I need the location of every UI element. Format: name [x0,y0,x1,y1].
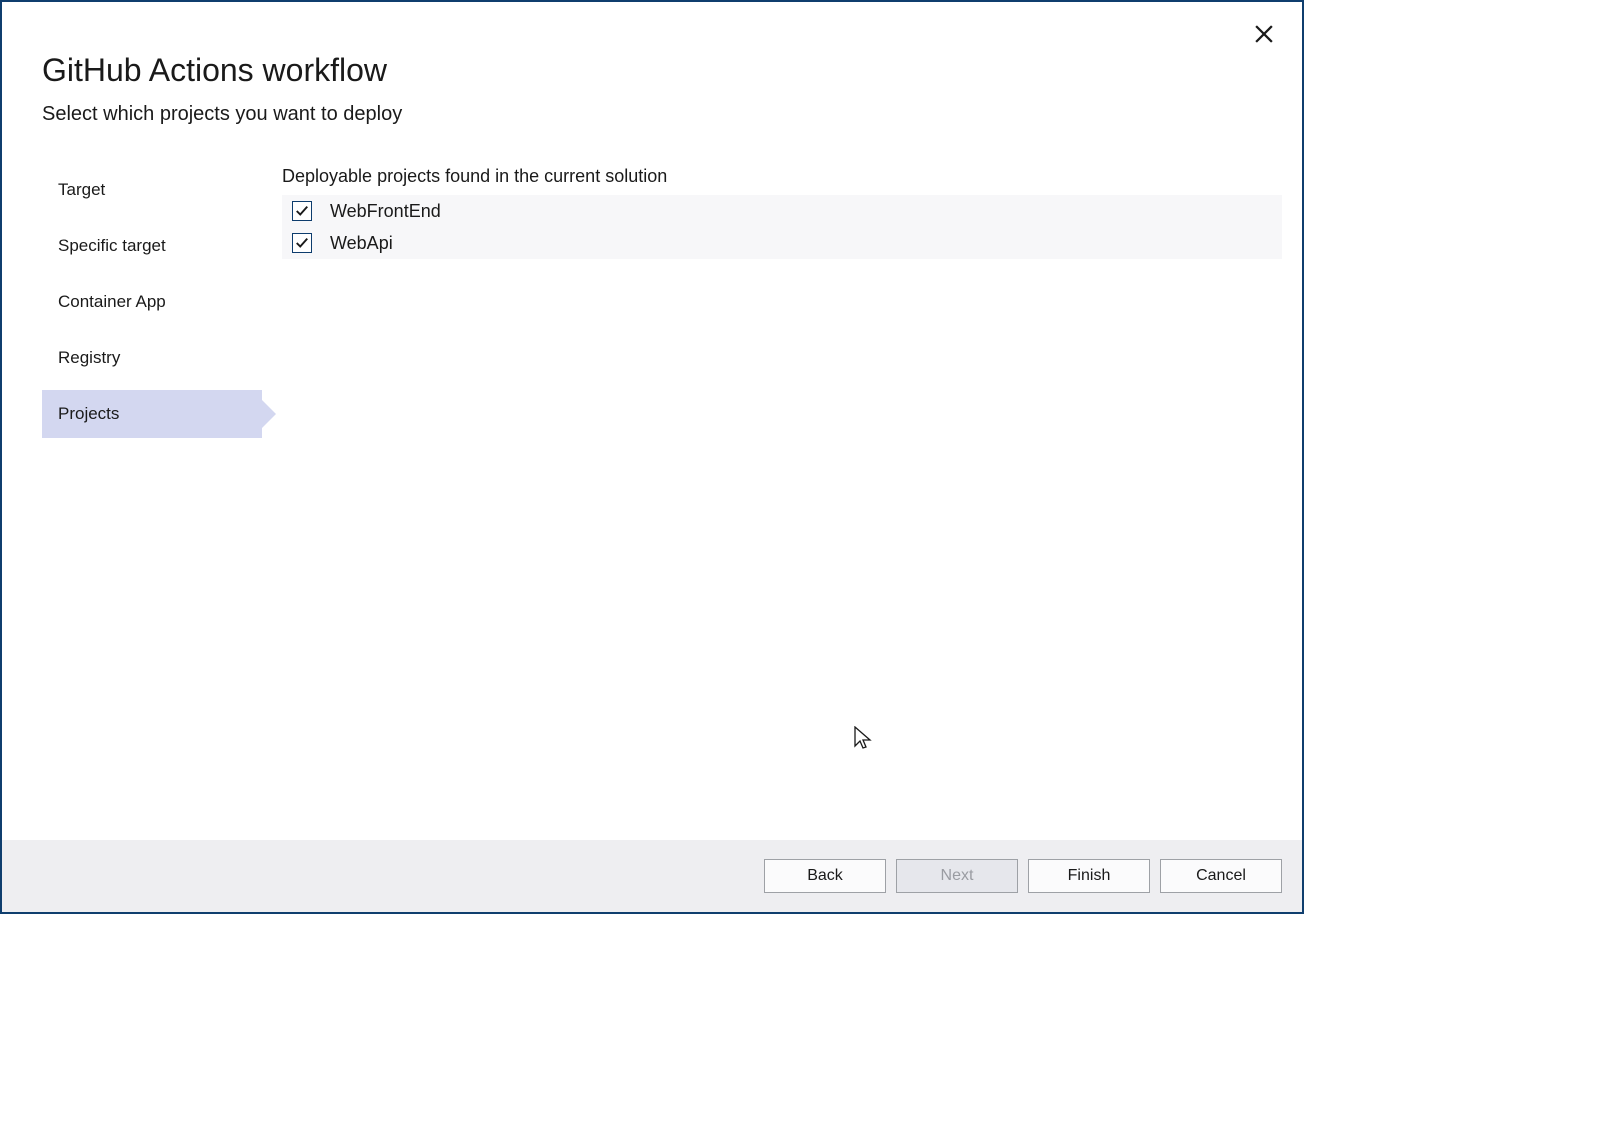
finish-button[interactable]: Finish [1028,859,1150,893]
close-button[interactable] [1252,22,1276,46]
back-button[interactable]: Back [764,859,886,893]
sidebar-item-label: Registry [58,348,120,367]
sidebar-item-label: Projects [58,404,119,423]
dialog-header: GitHub Actions workflow Select which pro… [2,2,1302,126]
sidebar-item-label: Specific target [58,236,166,255]
sidebar-item-registry[interactable]: Registry [42,334,262,382]
close-icon [1255,25,1273,43]
checkmark-icon [295,236,309,250]
project-name-label: WebFrontEnd [330,201,441,222]
project-list: WebFrontEnd WebApi [282,195,1282,259]
next-button: Next [896,859,1018,893]
project-checkbox[interactable] [292,201,312,221]
cancel-button[interactable]: Cancel [1160,859,1282,893]
dialog-title: GitHub Actions workflow [42,52,1262,89]
dialog-subtitle: Select which projects you want to deploy [42,103,1262,126]
sidebar-item-container-app[interactable]: Container App [42,278,262,326]
deployable-projects-heading: Deployable projects found in the current… [282,166,1282,187]
project-name-label: WebApi [330,233,393,254]
wizard-steps-sidebar: Target Specific target Container App Reg… [42,166,262,446]
project-row[interactable]: WebFrontEnd [282,195,1282,227]
project-checkbox[interactable] [292,233,312,253]
project-row[interactable]: WebApi [282,227,1282,259]
main-panel: Deployable projects found in the current… [262,166,1282,446]
sidebar-item-target[interactable]: Target [42,166,262,214]
sidebar-item-projects[interactable]: Projects [42,390,262,438]
sidebar-item-label: Target [58,180,105,199]
sidebar-item-label: Container App [58,292,166,311]
dialog-footer: Back Next Finish Cancel [2,840,1302,912]
sidebar-item-specific-target[interactable]: Specific target [42,222,262,270]
cursor-icon [854,726,874,754]
checkmark-icon [295,204,309,218]
